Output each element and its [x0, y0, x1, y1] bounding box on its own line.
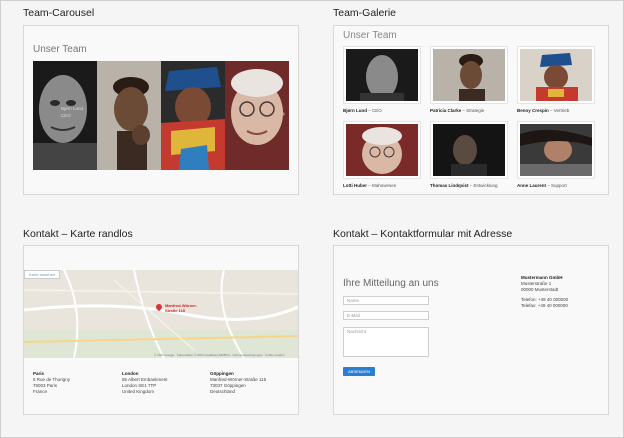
gallery-image-frame[interactable] — [430, 121, 508, 179]
member-role: – Vertrieb — [550, 108, 570, 113]
portrait-man-cap-image — [161, 61, 225, 170]
carousel-heading: Unser Team — [33, 44, 87, 55]
member-name: Anne Laurent — [517, 183, 547, 188]
member-name: Benny Crespin — [517, 108, 549, 113]
member-role: – CEO — [368, 108, 382, 113]
address-city: London — [122, 371, 139, 376]
address-paris: Paris 5 Rue de Thorigny 75003 Paris Fran… — [33, 371, 70, 395]
company-name: Mustermann GmbH — [521, 275, 563, 280]
carousel-next-arrow[interactable]: › — [283, 111, 285, 118]
send-button[interactable]: ABSENDEN — [343, 367, 375, 376]
gallery-image-frame[interactable] — [343, 46, 421, 104]
carousel-slide-1[interactable]: Bjørn Lund CEO — [33, 61, 97, 170]
contact-form-card[interactable]: Ihre Mitteilung an uns Name E-Mail Nachr… — [333, 245, 609, 415]
carousel-slide-2[interactable] — [97, 61, 161, 170]
gallery-image-frame[interactable] — [343, 121, 421, 179]
address-city: Göppingen — [210, 371, 234, 376]
template-overview: Team-Carousel Team-Galerie Kontakt – Kar… — [0, 0, 624, 438]
address-country: Deutschland — [210, 389, 236, 394]
gallery-image-frame[interactable] — [517, 121, 595, 179]
portrait-old-man-image — [346, 49, 418, 101]
address-country: France — [33, 389, 48, 394]
address-goeppingen: Göppingen Manfred-Wörner-Straße 115 7303… — [210, 371, 266, 395]
map-roads-graphic — [24, 270, 298, 358]
section-title-form: Kontakt – Kontaktformular mit Adresse — [333, 228, 513, 240]
embedded-map[interactable]: Karte ansehen Manfred-Wörner-Straße 115 … — [24, 270, 298, 358]
gallery-caption: Bjørn Lund – CEO — [343, 108, 421, 113]
company-street: Musterstraße 1 — [521, 281, 552, 286]
map-attribution: © 2023 Google · Kartendaten © 2023 GeoBa… — [154, 353, 285, 357]
address-street: 5 Rue de Thorigny — [33, 377, 70, 382]
section-title-carousel: Team-Carousel — [23, 7, 95, 19]
map-card[interactable]: Karte ansehen Manfred-Wörner-Straße 115 … — [23, 245, 299, 415]
gallery-image-frame[interactable] — [517, 46, 595, 104]
gallery-item[interactable]: Thomas Lindqvist – Entwicklung — [430, 121, 508, 188]
portrait-man-dark-image — [433, 124, 505, 176]
name-field[interactable]: Name — [343, 296, 429, 305]
gallery-card[interactable]: Unser Team Bjørn Lund – CEO Patricia Cla… — [333, 25, 609, 195]
carousel-slide-3[interactable] — [161, 61, 225, 170]
company-fax: Telefax: +49 40 000000 — [521, 303, 568, 308]
caption-name: Bjørn Lund — [61, 106, 84, 111]
portrait-young-man-image — [433, 49, 505, 101]
address-postcode: 75003 Paris — [33, 383, 58, 388]
address-street: 85 Albert Embankment — [122, 377, 168, 382]
gallery-caption: Thomas Lindqvist – Entwicklung — [430, 183, 508, 188]
map-pin-label: Manfred-Wörner-Straße 115 — [165, 303, 198, 313]
form-heading: Ihre Mitteilung an uns — [343, 278, 439, 289]
section-title-map: Kontakt – Karte randlos — [23, 228, 133, 240]
member-name: Lotti Huber — [343, 183, 367, 188]
section-title-gallery: Team-Galerie — [333, 7, 397, 19]
caption-role: CEO — [61, 113, 71, 118]
gallery-heading: Unser Team — [343, 30, 397, 41]
gallery-item[interactable]: Anne Laurent – Support — [517, 121, 595, 188]
portrait-man-cap-image — [520, 49, 592, 101]
gallery-caption: Anne Laurent – Support — [517, 183, 595, 188]
email-field[interactable]: E-Mail — [343, 311, 429, 320]
member-role: – Entwicklung — [469, 183, 498, 188]
member-name: Bjørn Lund — [343, 108, 367, 113]
gallery-caption: Benny Crespin – Vertrieb — [517, 108, 595, 113]
address-country: United Kingdom — [122, 389, 155, 394]
message-field[interactable]: Nachricht — [343, 327, 429, 357]
address-postcode: 73037 Göppingen — [210, 383, 246, 388]
address-london: London 85 Albert Embankment London SE1 7… — [122, 371, 168, 395]
portrait-old-woman-image — [225, 61, 289, 170]
address-city: Paris — [33, 371, 45, 376]
gallery-caption: Patricia Clarke – Strategie — [430, 108, 508, 113]
portrait-young-man-image — [97, 61, 161, 170]
map-view-tab[interactable]: Karte ansehen — [24, 270, 61, 279]
gallery-item[interactable]: Bjørn Lund – CEO — [343, 46, 421, 113]
company-phone: Telefon: +49 40 000000 — [521, 297, 569, 302]
carousel-slide-4[interactable]: › — [225, 61, 289, 170]
gallery-caption: Lotti Huber – Mahnwesen — [343, 183, 421, 188]
gallery-item[interactable]: Benny Crespin – Vertrieb — [517, 46, 595, 113]
company-city: 00000 Musterstadt — [521, 287, 559, 292]
member-name: Thomas Lindqvist — [430, 183, 469, 188]
address-postcode: London SE1 7TP — [122, 383, 157, 388]
member-role: – Strategie — [462, 108, 485, 113]
gallery-item[interactable]: Lotti Huber – Mahnwesen — [343, 121, 421, 188]
portrait-old-woman-image — [346, 124, 418, 176]
member-role: – Support — [547, 183, 567, 188]
carousel-caption: Bjørn Lund CEO — [61, 105, 83, 119]
address-street: Manfred-Wörner-Straße 115 — [210, 377, 267, 382]
gallery-item[interactable]: Patricia Clarke – Strategie — [430, 46, 508, 113]
company-address: Mustermann GmbH Musterstraße 1 00000 Mus… — [521, 275, 568, 309]
member-role: – Mahnwesen — [368, 183, 397, 188]
team-carousel[interactable]: Bjørn Lund CEO › — [33, 61, 289, 170]
member-name: Patricia Clarke — [430, 108, 462, 113]
carousel-card[interactable]: Unser Team Bjørn Lund CEO › — [23, 25, 299, 195]
portrait-woman-lying-image — [520, 124, 592, 176]
gallery-image-frame[interactable] — [430, 46, 508, 104]
